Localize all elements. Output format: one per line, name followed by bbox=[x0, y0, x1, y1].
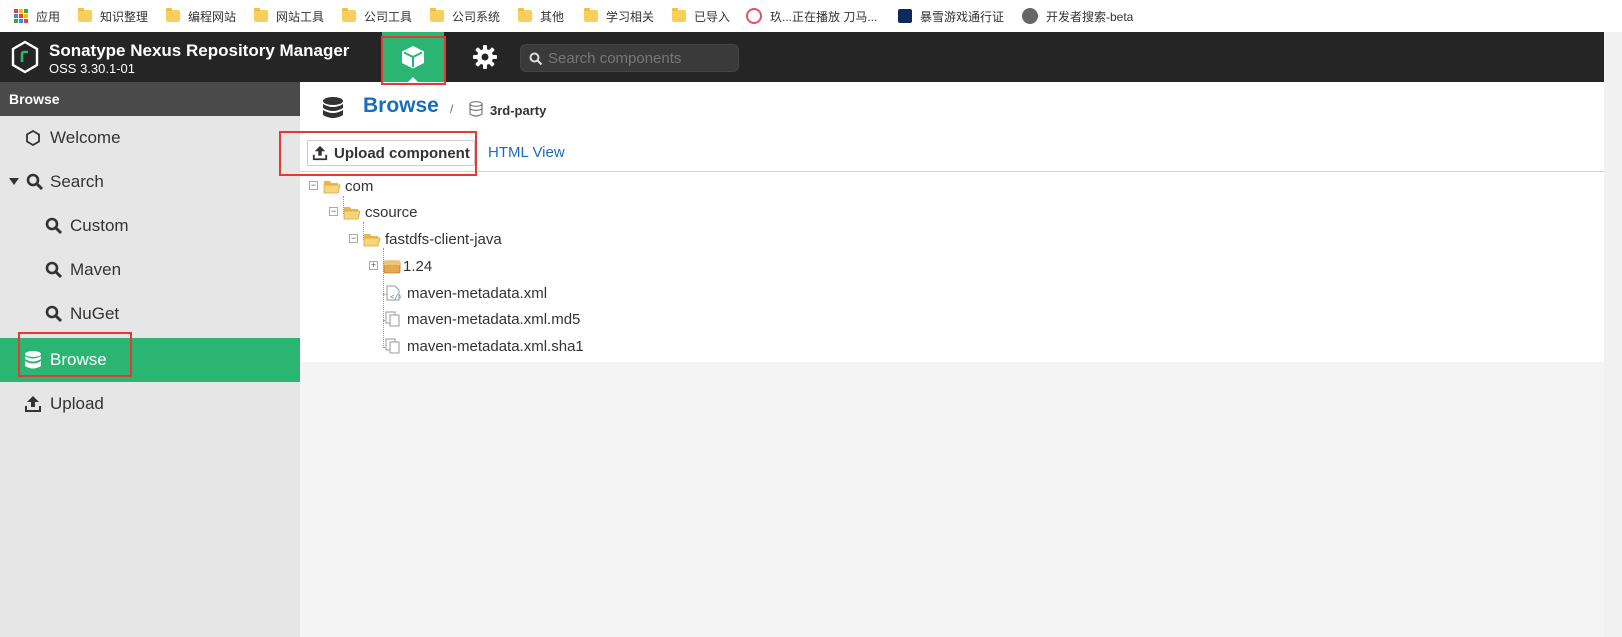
folder-icon bbox=[518, 8, 532, 22]
tree-node-maven-metadata-xml[interactable]: </> maven-metadata.xml bbox=[385, 281, 547, 305]
sidebar-item-maven[interactable]: Maven bbox=[0, 248, 300, 292]
sidebar-item-label: Browse bbox=[50, 350, 107, 369]
sidebar-item-nuget[interactable]: NuGet bbox=[0, 292, 300, 336]
sidebar: Browse Welcome Search Custom Maven NuGet bbox=[0, 82, 300, 637]
database-icon bbox=[322, 96, 344, 125]
bookmark-folder[interactable]: 知识整理 bbox=[78, 0, 148, 32]
sidebar-item-label: Search bbox=[50, 172, 104, 191]
bookmark-folder[interactable]: 编程网站 bbox=[166, 0, 236, 32]
bookmark-devsearch[interactable]: 开发者搜索-beta bbox=[1022, 0, 1133, 32]
app-header: Sonatype Nexus Repository Manager OSS 3.… bbox=[0, 32, 1622, 82]
bilibili-icon bbox=[746, 8, 762, 24]
folder-icon bbox=[166, 8, 180, 22]
cube-icon bbox=[402, 46, 424, 69]
bookmark-folder[interactable]: 已导入 bbox=[672, 0, 730, 32]
sidebar-item-custom[interactable]: Custom bbox=[0, 204, 300, 248]
tree-node-label: csource bbox=[365, 203, 418, 221]
collapse-toggle[interactable]: − bbox=[309, 181, 318, 190]
search-icon bbox=[45, 305, 63, 323]
bookmark-folder[interactable]: 公司工具 bbox=[342, 0, 412, 32]
gear-icon bbox=[473, 45, 497, 69]
folder-open-icon bbox=[343, 206, 361, 219]
battlenet-icon bbox=[898, 9, 912, 23]
bookmark-folder[interactable]: 其他 bbox=[518, 0, 564, 32]
bookmark-folder[interactable]: 网站工具 bbox=[254, 0, 324, 32]
component-box-icon bbox=[383, 260, 401, 274]
browse-mode-button[interactable] bbox=[382, 32, 444, 82]
tree-node-label: maven-metadata.xml bbox=[407, 284, 548, 302]
caret-down-icon bbox=[9, 178, 19, 186]
bookmark-bilibili[interactable]: 玖...正在播放 刀马... bbox=[746, 0, 877, 32]
svg-text:</>: </> bbox=[390, 293, 401, 301]
sidebar-item-upload[interactable]: Upload bbox=[0, 382, 300, 426]
tree-node-label: fastdfs-client-java bbox=[385, 230, 502, 248]
xml-file-icon: </> bbox=[386, 285, 401, 301]
nexus-logo-icon bbox=[11, 40, 39, 74]
upload-icon bbox=[312, 145, 328, 161]
breadcrumb-separator: / bbox=[450, 102, 454, 116]
page-title: Browse bbox=[363, 94, 439, 117]
upload-icon bbox=[24, 395, 42, 413]
bookmark-apps[interactable]: 应用 bbox=[14, 0, 60, 32]
search-input[interactable] bbox=[548, 45, 733, 71]
database-icon bbox=[24, 350, 42, 370]
tree-node-version[interactable]: 1.24 bbox=[383, 254, 432, 278]
bookmark-folder[interactable]: 公司系统 bbox=[430, 0, 500, 32]
apps-grid-icon bbox=[14, 9, 28, 23]
tree-node-label: 1.24 bbox=[403, 257, 433, 275]
repository-icon bbox=[469, 101, 483, 122]
folder-icon bbox=[672, 8, 686, 22]
folder-icon bbox=[430, 8, 444, 22]
sidebar-item-label: Upload bbox=[50, 394, 104, 413]
upload-component-button[interactable]: Upload component bbox=[307, 140, 475, 166]
sidebar-item-label: NuGet bbox=[70, 304, 120, 323]
file-copy-icon bbox=[385, 338, 400, 354]
folder-icon bbox=[342, 8, 356, 22]
bookmark-battlenet[interactable]: 暴雪游戏通行证 bbox=[898, 0, 1004, 32]
app-version: OSS 3.30.1-01 bbox=[49, 61, 135, 76]
tree-node-csource[interactable]: csource bbox=[343, 200, 418, 224]
search-icon bbox=[45, 261, 63, 279]
tree-node-maven-metadata-md5[interactable]: maven-metadata.xml.md5 bbox=[385, 307, 580, 331]
folder-icon bbox=[254, 8, 268, 22]
sidebar-item-search[interactable]: Search bbox=[0, 160, 300, 204]
hexagon-icon bbox=[26, 130, 40, 146]
file-copy-icon bbox=[385, 311, 400, 327]
html-view-link[interactable]: HTML View bbox=[488, 144, 565, 161]
tree-node-label: com bbox=[345, 177, 374, 195]
bookmarks-bar: 应用 知识整理 编程网站 网站工具 公司工具 公司系统 其他 学习相关 已导入 … bbox=[0, 0, 1622, 32]
sidebar-item-welcome[interactable]: Welcome bbox=[0, 116, 300, 160]
folder-open-icon bbox=[363, 233, 381, 246]
folder-icon bbox=[584, 8, 598, 22]
sidebar-item-label: Custom bbox=[70, 216, 129, 235]
bookmark-folder[interactable]: 学习相关 bbox=[584, 0, 654, 32]
search-icon bbox=[45, 217, 63, 235]
breadcrumb-repository[interactable]: 3rd-party bbox=[490, 103, 546, 118]
toolbar-divider bbox=[300, 171, 1604, 172]
page-scrollbar[interactable] bbox=[1604, 32, 1622, 637]
collapse-toggle[interactable]: − bbox=[349, 234, 358, 243]
admin-settings-button[interactable] bbox=[460, 32, 510, 82]
sidebar-item-label: Maven bbox=[70, 260, 122, 279]
sidebar-item-label: Welcome bbox=[50, 128, 121, 147]
sidebar-title: Browse bbox=[0, 82, 300, 116]
tree-node-com[interactable]: com bbox=[323, 174, 373, 198]
sidebar-item-browse[interactable]: Browse bbox=[0, 338, 300, 382]
tree-node-label: maven-metadata.xml.sha1 bbox=[407, 337, 584, 355]
app-title: Sonatype Nexus Repository Manager bbox=[49, 41, 350, 60]
tree-node-label: maven-metadata.xml.md5 bbox=[407, 310, 581, 328]
tree-node-fastdfs-client-java[interactable]: fastdfs-client-java bbox=[363, 227, 502, 251]
folder-open-icon bbox=[323, 180, 341, 193]
search-icon bbox=[529, 52, 543, 66]
tree-node-maven-metadata-sha1[interactable]: maven-metadata.xml.sha1 bbox=[385, 334, 584, 358]
folder-icon bbox=[78, 8, 92, 22]
search-components-box bbox=[520, 44, 739, 72]
collapse-toggle[interactable]: − bbox=[329, 207, 338, 216]
upload-component-label: Upload component bbox=[334, 144, 470, 162]
globe-icon bbox=[1022, 8, 1038, 24]
search-icon bbox=[26, 173, 44, 191]
expand-toggle[interactable]: + bbox=[369, 261, 378, 270]
